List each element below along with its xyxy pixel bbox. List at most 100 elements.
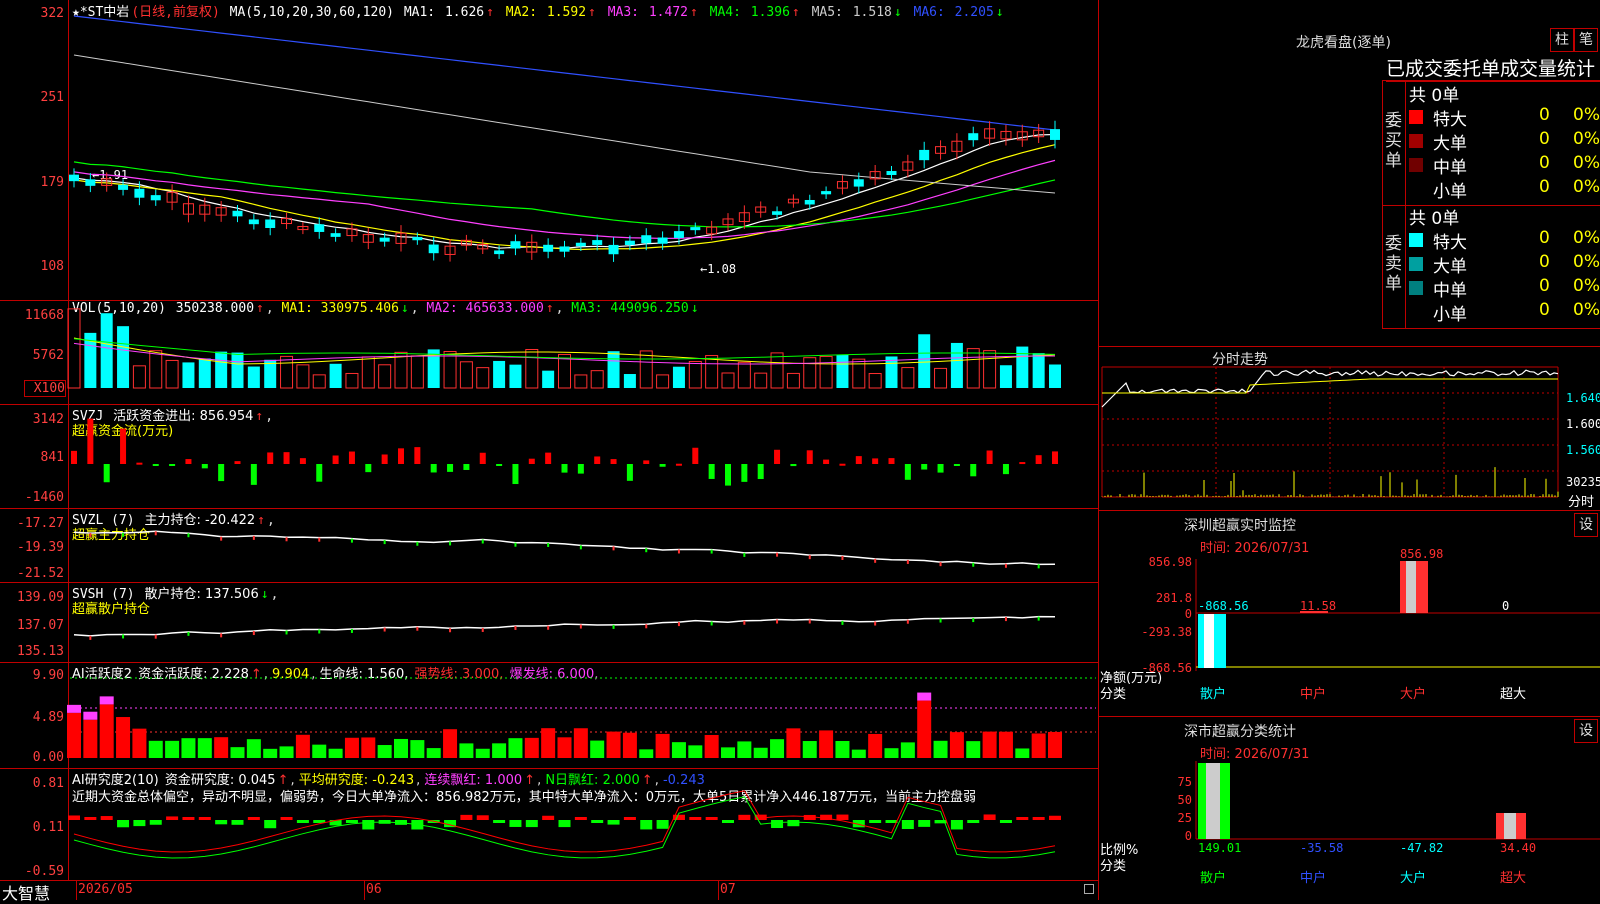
volume-bar [672, 366, 685, 388]
flow-bar [365, 464, 372, 473]
volume-bar [459, 361, 473, 389]
intraday-panel[interactable]: 分时走势 1.640 1.600 1.560 30235 分时 [1100, 347, 1600, 510]
volume-bar [345, 372, 359, 389]
candle-body [134, 188, 145, 198]
volume-bar [656, 374, 670, 389]
holding-tick [350, 538, 353, 543]
holding-tick [874, 621, 877, 626]
flow-bar [283, 452, 290, 464]
research-bar [983, 814, 996, 820]
candle-body [379, 237, 390, 242]
sell-row-pct: 0% [1573, 300, 1600, 320]
tick-mode-button[interactable]: 笔 [1574, 28, 1598, 52]
volume-panel[interactable]: 11668 5762 X100 VOL(5,10,20) 350238.000 ↑… [0, 300, 1098, 405]
candle-body [968, 133, 979, 141]
holding-tick [906, 559, 909, 564]
sell-total: 共 0单 [1409, 209, 1460, 229]
x-tick-line [76, 880, 77, 900]
realtime-monitor-panel[interactable]: 深圳超赢实时监控 设 时间: 2026/07/31 856.98 281.8 0… [1100, 511, 1600, 716]
candle-body [428, 244, 439, 254]
candle-body [886, 171, 897, 175]
activity-bar [835, 741, 850, 758]
activity-bar [524, 737, 539, 758]
activity-bar [704, 734, 719, 758]
buy-row-m: 中单 0 0% [1409, 153, 1600, 178]
research-bar [296, 820, 309, 823]
mon-bar-retail-highlight [1204, 614, 1214, 668]
flow-bar [610, 459, 617, 464]
sell-divider [1405, 204, 1406, 328]
holding-tick [318, 537, 321, 542]
holding-tick [743, 620, 746, 625]
sell-row-name: 中单 [1433, 281, 1467, 301]
volume-bar [100, 313, 113, 388]
activity-bar [802, 741, 817, 758]
volume-bar [476, 367, 490, 389]
activity-peak [917, 692, 932, 701]
svzl-panel[interactable]: -17.27 -19.39 -21.52 SVZL (7) 主力持仓: -20.… [0, 508, 1098, 583]
research-bar [231, 820, 244, 825]
volume-bar [786, 372, 800, 389]
volume-bar [737, 361, 751, 389]
volume-bar [607, 351, 620, 388]
activity-bar [655, 733, 670, 758]
volume-bar [493, 360, 506, 388]
buy-row-l: 大单 0 0% [1409, 129, 1600, 154]
candle-body [641, 235, 652, 244]
candle-panel[interactable]: 322 251 179 108 ★*ST中岩 (日线,前复权) MA(5,10,2… [0, 0, 1098, 301]
buy-row-pct: 0% [1573, 153, 1600, 173]
flow-bar [970, 464, 977, 477]
research-bar [362, 820, 375, 830]
class-stats-panel[interactable]: 深市超赢分类统计 设 时间: 2026/07/31 75 50 25 0 比例%… [1100, 717, 1600, 900]
volume-chart [67, 308, 1061, 389]
flow-bar [872, 458, 879, 464]
research-bar [149, 820, 162, 825]
holding-tick [939, 618, 942, 623]
flow-bar [71, 450, 77, 464]
volume-bar [394, 351, 408, 389]
volume-bar [198, 358, 211, 388]
svsh-panel[interactable]: 139.09 137.07 135.13 SVSH (7) 散户持仓: 137.… [0, 582, 1098, 663]
candlestick-chart [69, 15, 1060, 262]
flow-bar [692, 447, 699, 464]
holding-tick [1037, 616, 1040, 621]
lock-icon[interactable] [1084, 884, 1094, 894]
buy-row-pct: 0% [1573, 105, 1600, 125]
flow-bar [528, 458, 535, 464]
flow-bar [430, 464, 437, 473]
activity-bar [590, 740, 605, 758]
sell-row-name: 特大 [1433, 233, 1467, 253]
ai-research-panel[interactable]: 0.81 0.11 -0.59 AI研究度2(10) 资金研究度: 0.045 ↑… [0, 768, 1098, 881]
x-tick-line [718, 880, 719, 900]
activity-bar [197, 738, 212, 758]
flow-bar [643, 460, 650, 464]
volume-bar [803, 357, 817, 389]
research-bar [542, 815, 555, 820]
activity-bar [83, 719, 98, 758]
holding-tick [645, 624, 648, 629]
candle-body [69, 174, 79, 182]
activity-bar [328, 748, 343, 758]
flow-bar [1035, 455, 1042, 464]
bar-mode-button[interactable]: 柱 [1550, 28, 1574, 52]
holding-tick [710, 621, 713, 626]
research-bar [918, 820, 931, 827]
holding-tick [841, 555, 844, 560]
x-label: 07 [720, 882, 736, 897]
research-bar [68, 815, 80, 820]
candle-body [559, 246, 570, 252]
research-bar [656, 820, 669, 829]
activity-bar [573, 728, 588, 758]
candle-body [265, 219, 276, 228]
ai-activity-panel[interactable]: 9.90 4.89 0.00 AI活跃度2 资金活跃度: 2.228 ↑, 9.9… [0, 662, 1098, 769]
activity-bar [917, 700, 932, 758]
activity-bar [394, 738, 408, 758]
darkteal-square-icon [1409, 281, 1423, 295]
svzj-panel[interactable]: 3142 841 -1460 SVZJ 活跃资金进出: 856.954↑, 超赢… [0, 404, 1098, 509]
right-panel-divider [1098, 0, 1099, 900]
activity-peak [67, 704, 81, 713]
volume-bar [836, 354, 849, 388]
buy-row-pct: 0% [1573, 129, 1600, 149]
flow-bar [545, 452, 552, 464]
research-bar [591, 820, 604, 823]
